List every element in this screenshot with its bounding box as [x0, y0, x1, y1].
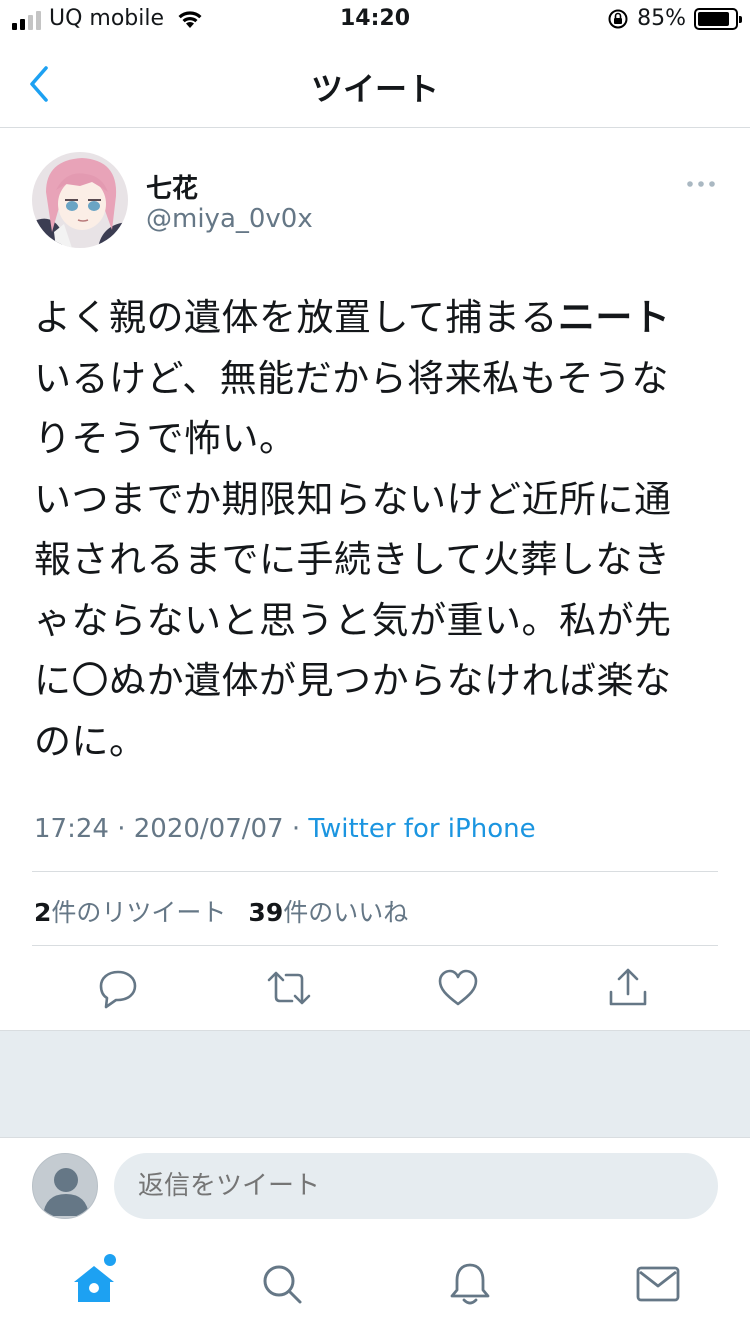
retweet-stat[interactable]: 2件のリツイート	[34, 893, 226, 929]
retweet-count: 2	[34, 898, 52, 927]
divider	[32, 871, 718, 872]
tweet-text: よく親の遺体を放置して捕まるニート いるけど、無能だから将来私もそうな りそうで…	[34, 288, 714, 772]
replies-area	[0, 1030, 750, 1138]
reply-bar	[0, 1139, 750, 1234]
tweet-actions	[0, 964, 750, 1016]
user-handle[interactable]: @miya_0v0x	[146, 204, 313, 234]
like-stat[interactable]: 39件のいいね	[248, 893, 408, 929]
tweet-text-segment: いるけど、無能だから将来私もそうな りそうで怖い。 いつまでか期限知らないけど近…	[34, 356, 672, 763]
bell-icon[interactable]	[446, 1260, 494, 1308]
retweet-label: 件のリツイート	[51, 898, 227, 927]
like-label: 件のいいね	[283, 898, 409, 927]
tweet-stats: 2件のリツイート 39件のいいね	[34, 893, 408, 929]
default-avatar-icon	[43, 1168, 89, 1216]
page-title: ツイート	[310, 70, 439, 108]
home-notification-dot	[104, 1254, 116, 1266]
tweet-text-segment: よく親の遺体を放置して捕まる	[34, 296, 558, 339]
home-icon[interactable]	[70, 1260, 118, 1308]
tweet-meta: 17:24 · 2020/07/07 · Twitter for iPhone	[34, 814, 536, 844]
tweet-date: 2020/07/07	[133, 814, 284, 844]
tweet-source-link[interactable]: Twitter for iPhone	[308, 814, 535, 844]
retweet-icon[interactable]	[265, 964, 313, 1012]
divider	[32, 945, 718, 946]
share-icon[interactable]	[606, 964, 650, 1012]
tweet-time: 17:24	[34, 814, 109, 844]
mail-icon[interactable]	[634, 1260, 682, 1308]
battery-percent: 85%	[637, 6, 686, 31]
status-bar: UQ mobile 14:20 85%	[0, 0, 750, 40]
like-count: 39	[248, 898, 284, 927]
own-avatar[interactable]	[32, 1153, 98, 1219]
search-icon[interactable]	[258, 1260, 306, 1308]
status-right: 85%	[607, 6, 742, 31]
heart-icon[interactable]	[436, 964, 480, 1012]
battery-level	[698, 11, 729, 26]
meta-separator: ·	[117, 814, 134, 844]
tab-bar	[0, 1234, 750, 1334]
reply-icon[interactable]	[96, 964, 140, 1012]
meta-separator: ·	[291, 814, 309, 844]
display-name[interactable]: 七花	[146, 168, 198, 205]
avatar-image	[32, 152, 128, 248]
tweet-text-bold-segment: ニート	[557, 296, 671, 339]
battery-icon	[694, 7, 742, 30]
more-horizontal-icon[interactable]	[686, 176, 716, 192]
nav-header: ツイート	[0, 40, 750, 128]
reply-input[interactable]	[114, 1153, 718, 1219]
orientation-lock-icon	[608, 9, 628, 28]
avatar[interactable]	[32, 152, 128, 248]
